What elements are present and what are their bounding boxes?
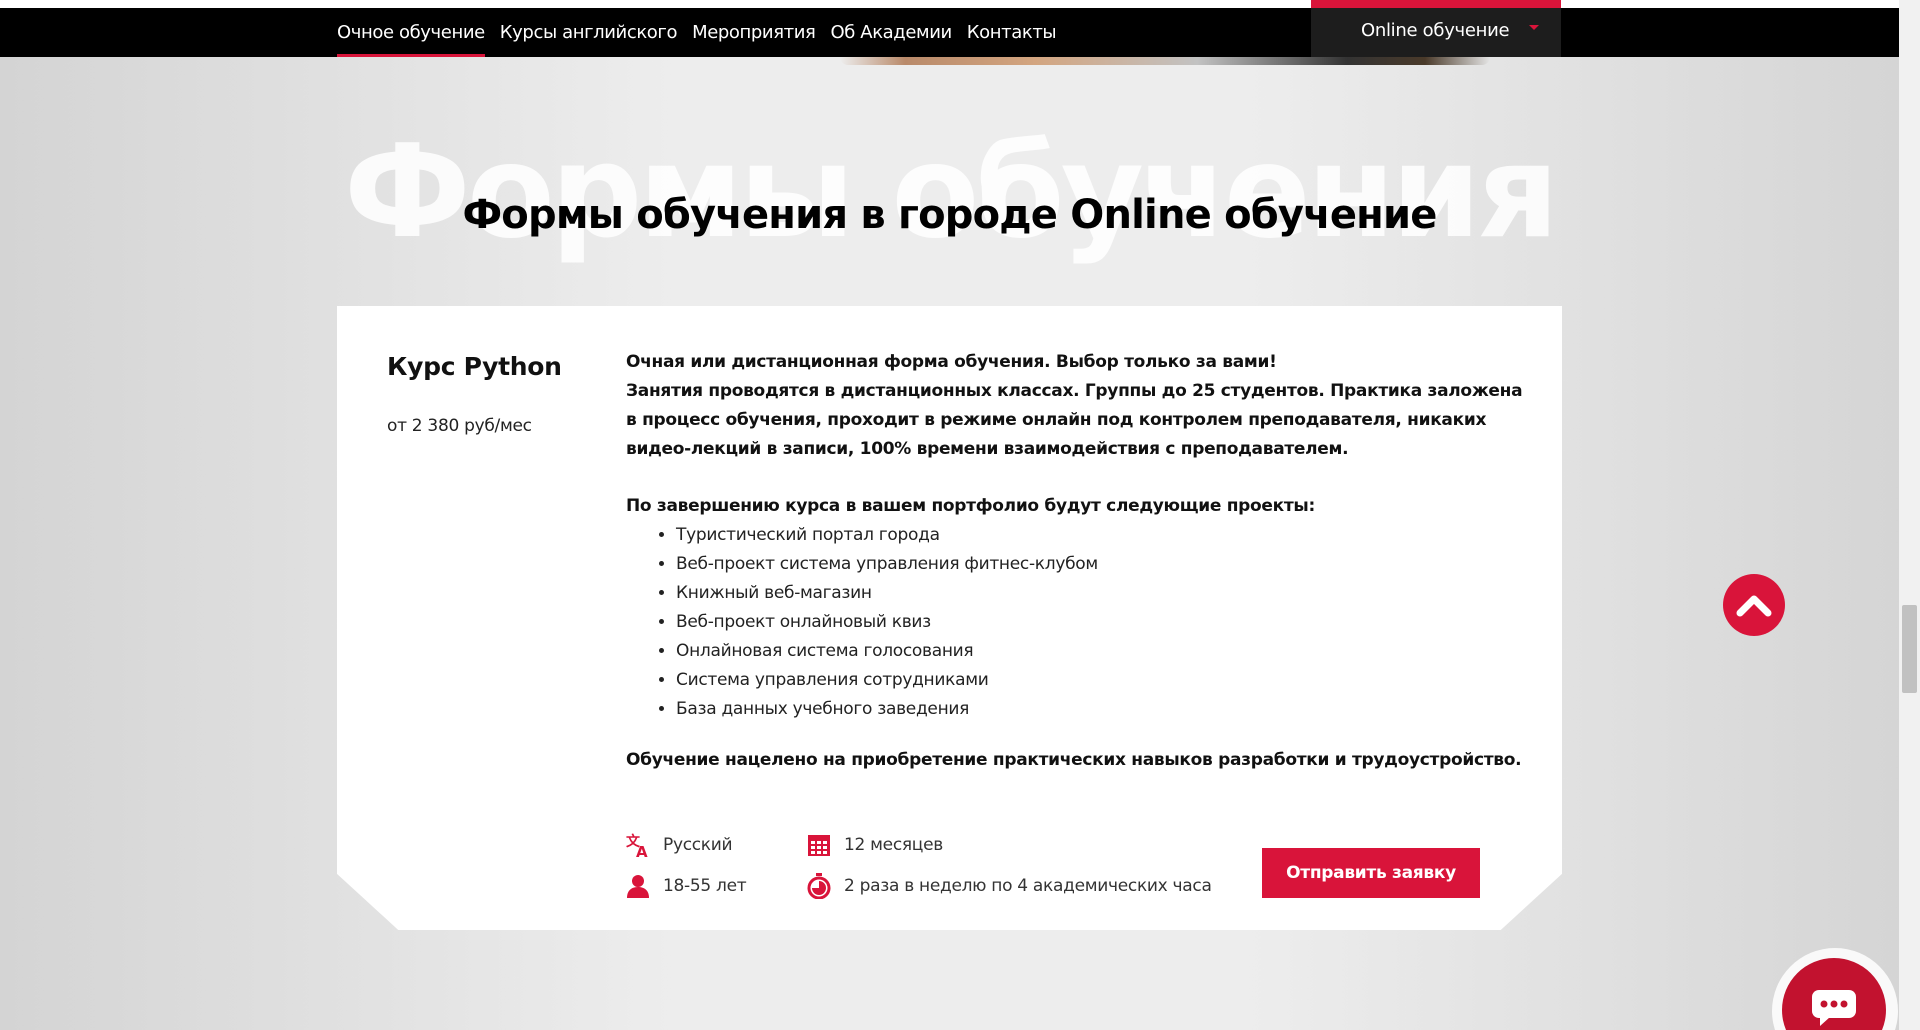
meta-language: 文A Русский (625, 832, 733, 858)
schedule-value: 2 раза в неделю по 4 академических часа (844, 876, 1212, 896)
apply-button[interactable]: Отправить заявку (1262, 848, 1480, 898)
intro-line-1: Очная или дистанционная форма обучения. … (626, 352, 1277, 372)
list-item: Веб-проект система управления фитнес-клу… (676, 550, 1536, 579)
section-title: Формы обучения в городе Online обучение (462, 192, 1437, 238)
meta-schedule: 2 раза в неделю по 4 академических часа (806, 873, 1212, 899)
nav-item-about[interactable]: Об Академии (830, 8, 952, 57)
projects-heading: По завершению курса в вашем портфолио бу… (626, 496, 1316, 516)
course-title: Курс Python (387, 352, 562, 381)
chat-bubble-icon (1812, 990, 1856, 1026)
intro-line-2: Занятия проводятся в дистанционных класс… (626, 381, 1523, 459)
translate-icon: 文A (625, 832, 651, 858)
chevron-up-icon (1736, 595, 1772, 617)
nav-item-events[interactable]: Мероприятия (692, 8, 816, 57)
scrollbar-thumb[interactable] (1902, 605, 1917, 693)
city-select[interactable]: Online обучение (1311, 0, 1561, 57)
chevron-down-icon (1529, 25, 1539, 30)
meta-duration: 12 месяцев (806, 832, 943, 858)
stopwatch-icon (806, 873, 832, 899)
city-select-value: Online обучение (1361, 20, 1510, 41)
course-price: от 2 380 руб/мес (387, 416, 532, 436)
list-item: Книжный веб-магазин (676, 579, 1536, 608)
list-item: База данных учебного заведения (676, 695, 1536, 724)
language-value: Русский (663, 835, 733, 855)
nav-item-contacts[interactable]: Контакты (967, 8, 1057, 57)
nav-item-full-time[interactable]: Очное обучение (337, 8, 485, 57)
list-item: Онлайновая система голосования (676, 637, 1536, 666)
course-goal: Обучение нацелено на приобретение практи… (626, 750, 1522, 770)
nav-item-english-courses[interactable]: Курсы английского (500, 8, 678, 57)
list-item: Система управления сотрудниками (676, 666, 1536, 695)
course-card: Курс Python от 2 380 руб/мес Очная или д… (337, 306, 1562, 930)
calendar-icon (806, 832, 832, 858)
top-strip (0, 0, 1899, 8)
projects-list: Туристический портал города Веб-проект с… (676, 521, 1536, 724)
meta-age: 18-55 лет (625, 873, 747, 899)
course-description: Очная или дистанционная форма обучения. … (626, 348, 1536, 775)
svg-text:A: A (636, 843, 648, 858)
hero-image-edge (840, 57, 1490, 65)
scroll-to-top-button[interactable] (1723, 574, 1785, 636)
list-item: Веб-проект онлайновый квиз (676, 608, 1536, 637)
list-item: Туристический портал города (676, 521, 1536, 550)
duration-value: 12 месяцев (844, 835, 943, 855)
scrollbar[interactable] (1899, 0, 1920, 1030)
main-nav: Очное обучение Курсы английского Меропри… (337, 8, 1057, 57)
person-icon (625, 873, 651, 899)
age-value: 18-55 лет (663, 876, 747, 896)
